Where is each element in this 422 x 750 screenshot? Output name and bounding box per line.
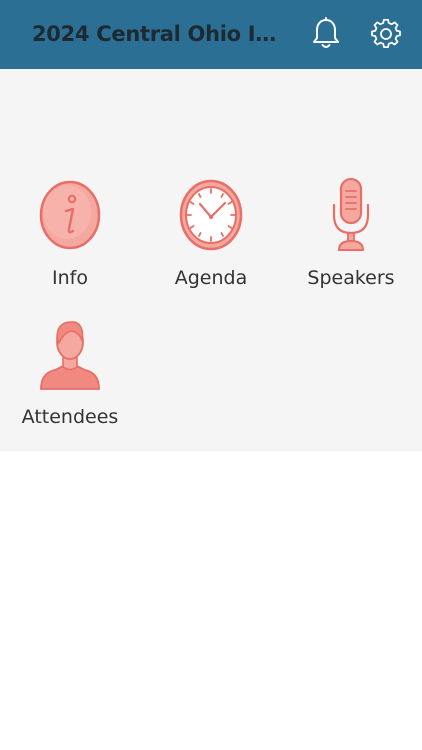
info-icon-wrap bbox=[30, 175, 110, 255]
tile-info[interactable]: Info bbox=[5, 175, 135, 305]
bell-icon bbox=[313, 17, 339, 48]
gear-icon bbox=[371, 19, 401, 48]
app-header: 2024 Central Ohio Inf... bbox=[0, 0, 422, 69]
tile-label: Speakers bbox=[307, 267, 395, 289]
tile-label: Agenda bbox=[174, 267, 248, 289]
tile-label: Info bbox=[52, 267, 88, 289]
microphone-icon bbox=[332, 177, 370, 251]
person-icon bbox=[40, 321, 100, 390]
tile-attendees[interactable]: Attendees bbox=[5, 314, 135, 444]
info-icon bbox=[39, 180, 101, 250]
clock-icon-wrap bbox=[171, 175, 251, 255]
tile-agenda[interactable]: Agenda bbox=[146, 175, 276, 305]
settings-button[interactable] bbox=[366, 14, 406, 54]
notifications-button[interactable] bbox=[306, 14, 346, 54]
person-icon-wrap bbox=[30, 314, 110, 394]
tile-label: Attendees bbox=[21, 406, 119, 428]
microphone-icon-wrap bbox=[311, 175, 391, 255]
page-title: 2024 Central Ohio Inf... bbox=[32, 22, 290, 46]
tile-speakers[interactable]: Speakers bbox=[286, 175, 416, 305]
home-grid: Info Agenda Speakers Attendees bbox=[0, 69, 422, 451]
clock-icon bbox=[179, 179, 243, 251]
